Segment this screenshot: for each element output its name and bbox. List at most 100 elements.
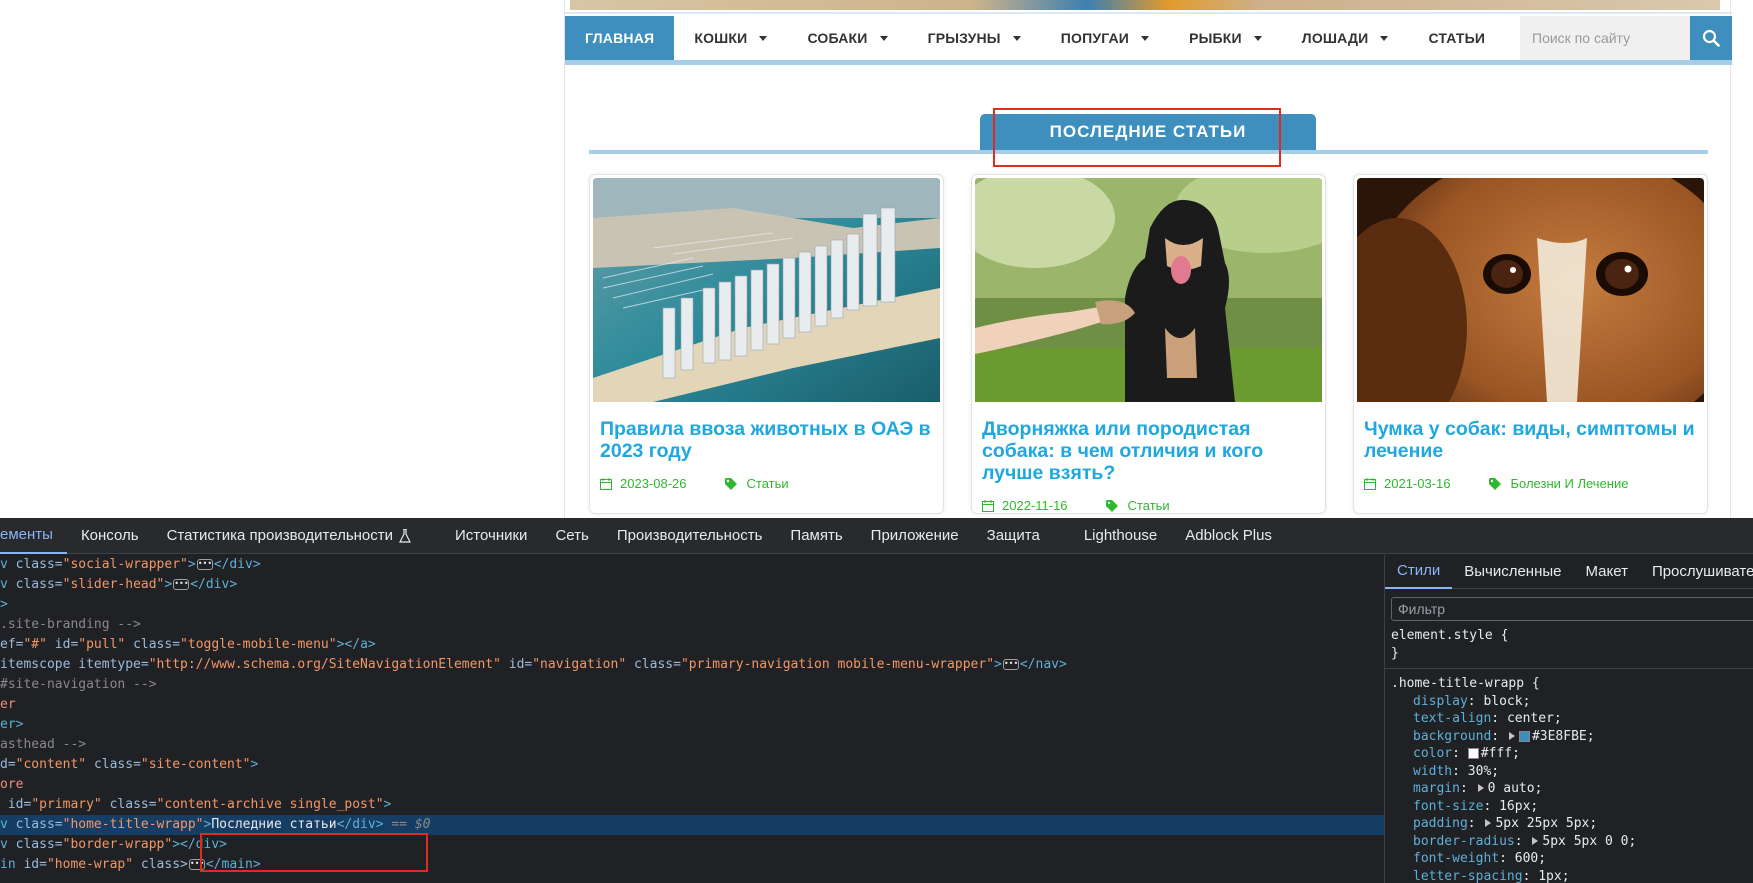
color-swatch-icon[interactable] bbox=[1518, 730, 1530, 742]
css-property[interactable]: display: block; bbox=[1391, 693, 1753, 711]
css-property-name: color bbox=[1413, 746, 1453, 761]
tab-elements[interactable]: ементы bbox=[0, 518, 67, 554]
page: ГЛАВНАЯ КОШКИ СОБАКИ ГРЫЗУНЫ ПОПУГАИ РЫБ… bbox=[0, 0, 1753, 883]
dom-attr-value: "border-wrapp" bbox=[62, 837, 173, 852]
article-image-beagle[interactable] bbox=[1357, 178, 1704, 402]
css-property[interactable]: color: #fff; bbox=[1391, 745, 1753, 763]
tab-performance[interactable]: Производительность bbox=[603, 518, 777, 554]
dom-node[interactable]: v class="slider-head"> ••• </div> bbox=[0, 575, 1384, 595]
nav-item-articles[interactable]: СТАТЬИ bbox=[1408, 16, 1505, 60]
black-dog-image bbox=[975, 178, 1322, 402]
tab-network[interactable]: Сеть bbox=[541, 518, 602, 554]
aerial-city-image bbox=[593, 178, 940, 402]
tab-adblock-plus[interactable]: Adblock Plus bbox=[1171, 518, 1286, 554]
nav-item-parrots[interactable]: ПОПУГАИ bbox=[1041, 16, 1169, 60]
dom-tag: er bbox=[0, 697, 16, 712]
tab-memory[interactable]: Память bbox=[776, 518, 856, 554]
dom-attr: class= bbox=[93, 757, 141, 772]
tab-console[interactable]: Консоль bbox=[67, 518, 153, 554]
css-property-name: width bbox=[1413, 763, 1453, 779]
nav-item-horses[interactable]: ЛОШАДИ bbox=[1282, 16, 1409, 60]
article-category[interactable]: Болезни И Лечение bbox=[1488, 476, 1629, 491]
dom-attr-value: "social-wrapper" bbox=[62, 557, 188, 572]
nav-item-rodents[interactable]: ГРЫЗУНЫ bbox=[908, 16, 1041, 60]
dom-node[interactable]: d="content" class="site-content"> bbox=[0, 755, 1384, 775]
article-category-text: Болезни И Лечение bbox=[1510, 476, 1629, 491]
dom-comment-text: .site-branding --> bbox=[0, 617, 141, 632]
dom-text-node: Последние статьи bbox=[211, 817, 337, 832]
dom-node[interactable]: > bbox=[0, 595, 1384, 615]
css-property[interactable]: border-radius: 5px 5px 0 0; bbox=[1391, 833, 1753, 851]
nav-item-fish[interactable]: РЫБКИ bbox=[1169, 16, 1282, 60]
article-title[interactable]: Чумка у собак: виды, симптомы и лечение bbox=[1364, 418, 1697, 462]
dom-node[interactable]: ore bbox=[0, 775, 1384, 795]
article-card[interactable]: Правила ввоза животных в ОАЭ в 2023 году… bbox=[589, 174, 944, 514]
css-property[interactable]: margin: 0 auto; bbox=[1391, 780, 1753, 798]
rule-selector: element.style { bbox=[1391, 628, 1509, 643]
expand-arrow-icon[interactable] bbox=[1508, 731, 1515, 740]
search-button[interactable] bbox=[1690, 16, 1732, 60]
css-property-value: 0 auto; bbox=[1487, 781, 1543, 796]
dom-tag: > bbox=[383, 797, 392, 812]
article-image-aerial-city[interactable] bbox=[593, 178, 940, 402]
css-property[interactable]: font-size: 16px; bbox=[1391, 798, 1753, 816]
tab-sources[interactable]: Источники bbox=[441, 518, 541, 554]
dom-node[interactable]: er> bbox=[0, 715, 1384, 735]
dom-tree[interactable]: v class="social-wrapper"> ••• </div> v cla… bbox=[0, 555, 1384, 883]
tab-event-listeners[interactable]: Прослушивате bbox=[1640, 555, 1753, 589]
article-image-black-dog[interactable] bbox=[975, 178, 1322, 402]
search-input[interactable]: Поиск по сайту bbox=[1520, 16, 1690, 60]
article-category[interactable]: Статьи bbox=[724, 476, 789, 491]
tab-styles[interactable]: Стили bbox=[1385, 555, 1453, 589]
article-card[interactable]: Дворняжка или породистая собака: в чем о… bbox=[971, 174, 1326, 514]
dom-node[interactable]: v class="social-wrapper"> ••• </div> bbox=[0, 555, 1384, 575]
website-viewport: ГЛАВНАЯ КОШКИ СОБАКИ ГРЫЗУНЫ ПОПУГАИ РЫБ… bbox=[0, 0, 1753, 518]
dom-node-selected[interactable]: v class="home-title-wrapp">Последние ста… bbox=[0, 815, 1384, 835]
dom-node[interactable]: er bbox=[0, 695, 1384, 715]
expand-arrow-icon[interactable] bbox=[1477, 784, 1484, 792]
css-property[interactable]: font-weight: 600; bbox=[1391, 850, 1753, 868]
element-style-rule[interactable]: element.style { } bbox=[1385, 627, 1753, 662]
tab-lighthouse[interactable]: Lighthouse bbox=[1070, 518, 1171, 554]
article-category[interactable]: Статьи bbox=[1105, 498, 1170, 513]
tab-layout[interactable]: Макет bbox=[1573, 555, 1639, 589]
dom-comment-text: asthead --> bbox=[0, 737, 87, 752]
nav-item-home[interactable]: ГЛАВНАЯ bbox=[565, 16, 675, 60]
dom-attr: id= bbox=[7, 797, 32, 812]
css-property[interactable]: background: #3E8FBE; bbox=[1391, 728, 1753, 746]
css-rule-home-title-wrapp[interactable]: .home-title-wrapp { display: block; text… bbox=[1385, 668, 1753, 883]
collapsed-ellipsis-icon[interactable]: ••• bbox=[196, 559, 213, 570]
nav-item-cats[interactable]: КОШКИ bbox=[674, 16, 787, 60]
tab-security[interactable]: Защита bbox=[973, 518, 1054, 554]
expand-arrow-icon[interactable] bbox=[1485, 819, 1492, 827]
css-property-name: letter-spacing bbox=[1413, 868, 1523, 883]
tab-application[interactable]: Приложение bbox=[857, 518, 973, 554]
css-property[interactable]: padding: 5px 25px 5px; bbox=[1391, 815, 1753, 833]
tab-computed[interactable]: Вычисленные bbox=[1452, 555, 1573, 589]
dom-comment[interactable]: asthead --> bbox=[0, 735, 1384, 755]
collapsed-ellipsis-icon[interactable]: ••• bbox=[1002, 659, 1019, 670]
css-property[interactable]: text-align: center; bbox=[1391, 710, 1753, 728]
color-swatch-icon[interactable] bbox=[1467, 748, 1479, 759]
collapsed-ellipsis-icon[interactable]: ••• bbox=[173, 579, 190, 590]
article-title[interactable]: Дворняжка или породистая собака: в чем о… bbox=[982, 418, 1315, 484]
dom-node[interactable]: id="primary" class="content-archive sing… bbox=[0, 795, 1384, 815]
expand-arrow-icon[interactable] bbox=[1532, 836, 1539, 845]
css-property-value: 16px; bbox=[1499, 798, 1539, 814]
styles-filter-input[interactable]: Фильтр bbox=[1391, 597, 1753, 621]
dom-comment[interactable]: #site-navigation --> bbox=[0, 675, 1384, 695]
dom-comment[interactable]: .site-branding --> bbox=[0, 615, 1384, 635]
css-property[interactable]: width: 30%; bbox=[1391, 763, 1753, 781]
tab-performance-insights[interactable]: Статистика производительности bbox=[153, 518, 425, 554]
dom-node[interactable]: ef="#" id="pull" class="toggle-mobile-me… bbox=[0, 635, 1384, 655]
css-property-name: font-weight bbox=[1413, 851, 1500, 866]
nav-item-dogs[interactable]: СОБАКИ bbox=[787, 16, 907, 60]
dom-node[interactable]: itemscope itemtype="http://www.schema.or… bbox=[0, 655, 1384, 675]
dom-attr: class= bbox=[15, 817, 63, 832]
article-title[interactable]: Правила ввоза животных в ОАЭ в 2023 году bbox=[600, 418, 933, 462]
devtools-tab-bar: ементы Консоль Статистика производительн… bbox=[0, 518, 1753, 554]
css-property[interactable]: letter-spacing: 1px; bbox=[1391, 868, 1753, 883]
dom-attr: class= bbox=[15, 837, 63, 852]
site-frame: ГЛАВНАЯ КОШКИ СОБАКИ ГРЫЗУНЫ ПОПУГАИ РЫБ… bbox=[564, 0, 1732, 518]
article-card[interactable]: Чумка у собак: виды, симптомы и лечение … bbox=[1353, 174, 1708, 514]
